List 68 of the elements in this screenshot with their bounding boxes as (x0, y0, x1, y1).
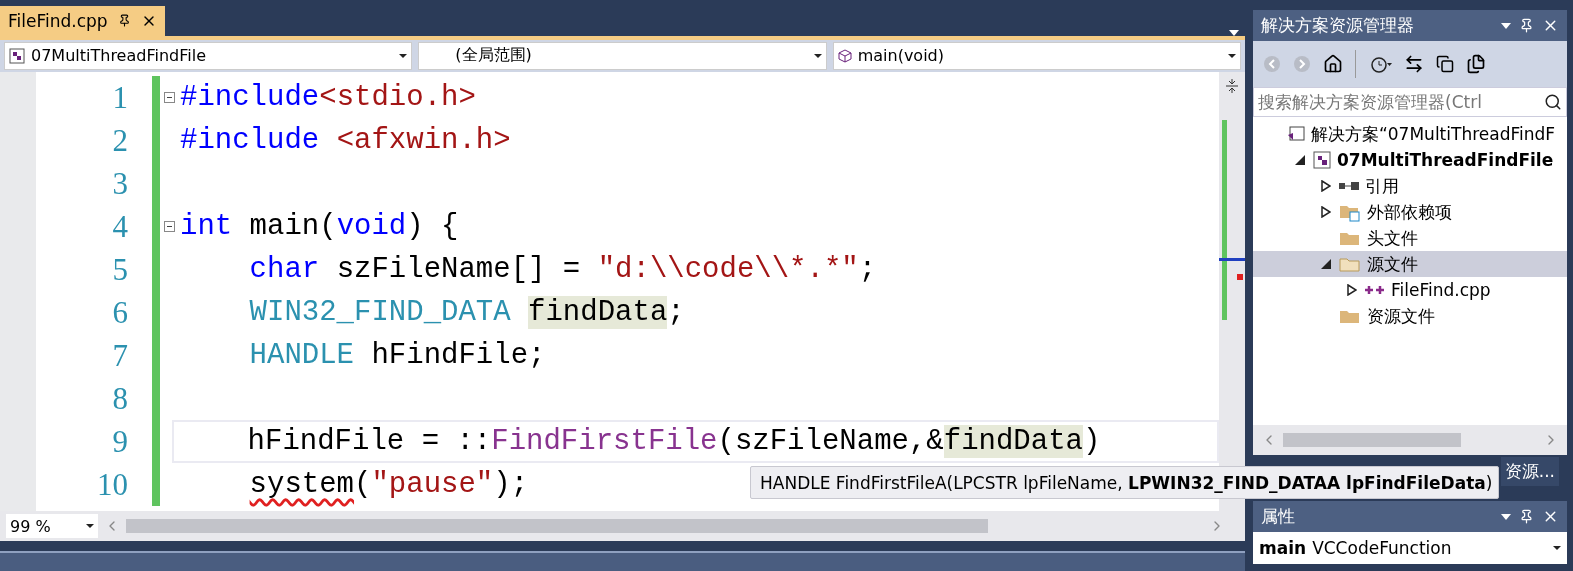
navigation-dropdown[interactable]: (全局范围) (418, 41, 827, 70)
project-icon (9, 47, 25, 64)
line-number: 7 (111, 336, 128, 375)
references-icon (1339, 181, 1359, 191)
properties-icon[interactable] (1466, 54, 1486, 74)
tree-item[interactable]: 解决方案“07MultiThreadFindF (1253, 121, 1567, 147)
navigation-dropdown[interactable]: 07MultiThreadFindFile (4, 41, 413, 70)
code-line: #include <afxwin.h> (180, 123, 511, 157)
collapse-icon[interactable] (163, 220, 175, 232)
collapsed-arrow-icon[interactable] (1321, 206, 1331, 218)
open-folder-icon (1339, 255, 1361, 273)
pin-icon[interactable] (1519, 509, 1534, 524)
line-number: 2 (111, 121, 128, 160)
line-number: 3 (111, 164, 128, 203)
caret-position-marker (1219, 257, 1245, 261)
collapse-all-icon[interactable] (1436, 55, 1454, 73)
dropdown-arrow-icon[interactable] (1501, 22, 1511, 29)
sync-icon[interactable] (1404, 54, 1424, 74)
navigation-dropdown[interactable]: main(void) (832, 41, 1241, 70)
code-line: system("pause"); (248, 467, 529, 501)
dropdown-arrow-icon[interactable] (1229, 29, 1239, 36)
tree-item[interactable]: 引用 (1253, 173, 1567, 199)
code-line: WIN32_FIND_DATA findData; (248, 295, 685, 329)
solution-icon (1287, 125, 1305, 143)
cube-icon (837, 48, 852, 63)
search-icon[interactable] (1544, 93, 1562, 111)
tree-item[interactable]: 头文件 (1253, 225, 1567, 251)
panel-title: 解决方案资源管理器 (1261, 14, 1415, 37)
expanded-arrow-icon[interactable] (1321, 259, 1331, 269)
panel-title: 属性 (1261, 505, 1296, 528)
line-number: 4 (111, 207, 128, 246)
line-number: 8 (111, 379, 128, 418)
line-number: 1 (111, 78, 128, 117)
collapsed-arrow-icon[interactable] (1347, 284, 1357, 296)
tree-item[interactable]: 07MultiThreadFindFile (1253, 147, 1567, 173)
line-number: 6 (111, 293, 128, 332)
panel-tab[interactable]: 资源... (1500, 457, 1559, 486)
home-icon[interactable] (1323, 54, 1343, 74)
collapsed-arrow-icon[interactable] (1321, 180, 1331, 192)
line-number: 5 (111, 250, 128, 289)
pin-icon[interactable] (1519, 18, 1534, 33)
scrollbar-thumb[interactable] (126, 519, 988, 534)
project-icon (1313, 151, 1331, 169)
search-field[interactable]: 搜索解决方案资源管理器(Ctrl (1253, 87, 1567, 117)
tree-item[interactable]: 源文件 (1253, 251, 1567, 277)
collapse-icon[interactable] (163, 91, 175, 103)
split-icon[interactable] (1225, 77, 1239, 94)
pin-icon[interactable] (117, 14, 131, 28)
line-number: 9 (111, 422, 128, 461)
code-line: hFindFile = ::FindFirstFile(szFileName,&findData) (246, 424, 1101, 458)
tree-item[interactable]: FileFind.cpp (1253, 277, 1567, 303)
code-line: char szFileName[] = "d:\\code\\*.*"; (248, 252, 877, 286)
code-line: int main(void) { (180, 209, 459, 243)
code-line: #include<stdio.h> (180, 80, 476, 114)
clock-icon[interactable] (1368, 54, 1392, 74)
zoom-dropdown[interactable]: 99 % (6, 514, 98, 539)
object-selector[interactable]: main VCCodeFunction (1253, 532, 1567, 564)
plus-plus-icon (1365, 285, 1385, 295)
file-tab[interactable]: FileFind.cpp (0, 5, 165, 36)
expanded-arrow-icon[interactable] (1295, 155, 1305, 165)
tree-item[interactable]: 外部依赖项 (1253, 199, 1567, 225)
code-line: HANDLE hFindFile; (248, 338, 546, 372)
scrollbar-thumb[interactable] (1283, 433, 1461, 447)
dropdown-arrow-icon[interactable] (1501, 513, 1511, 520)
line-number: 10 (96, 465, 128, 504)
tree-item[interactable]: 资源文件 (1253, 303, 1567, 329)
error-marker (1237, 273, 1243, 280)
signature-tooltip: HANDLE FindFirstFileA(LPCSTR lpFileName, LPWIN32_FIND_DATAA lpFindFileData) (750, 466, 1500, 499)
